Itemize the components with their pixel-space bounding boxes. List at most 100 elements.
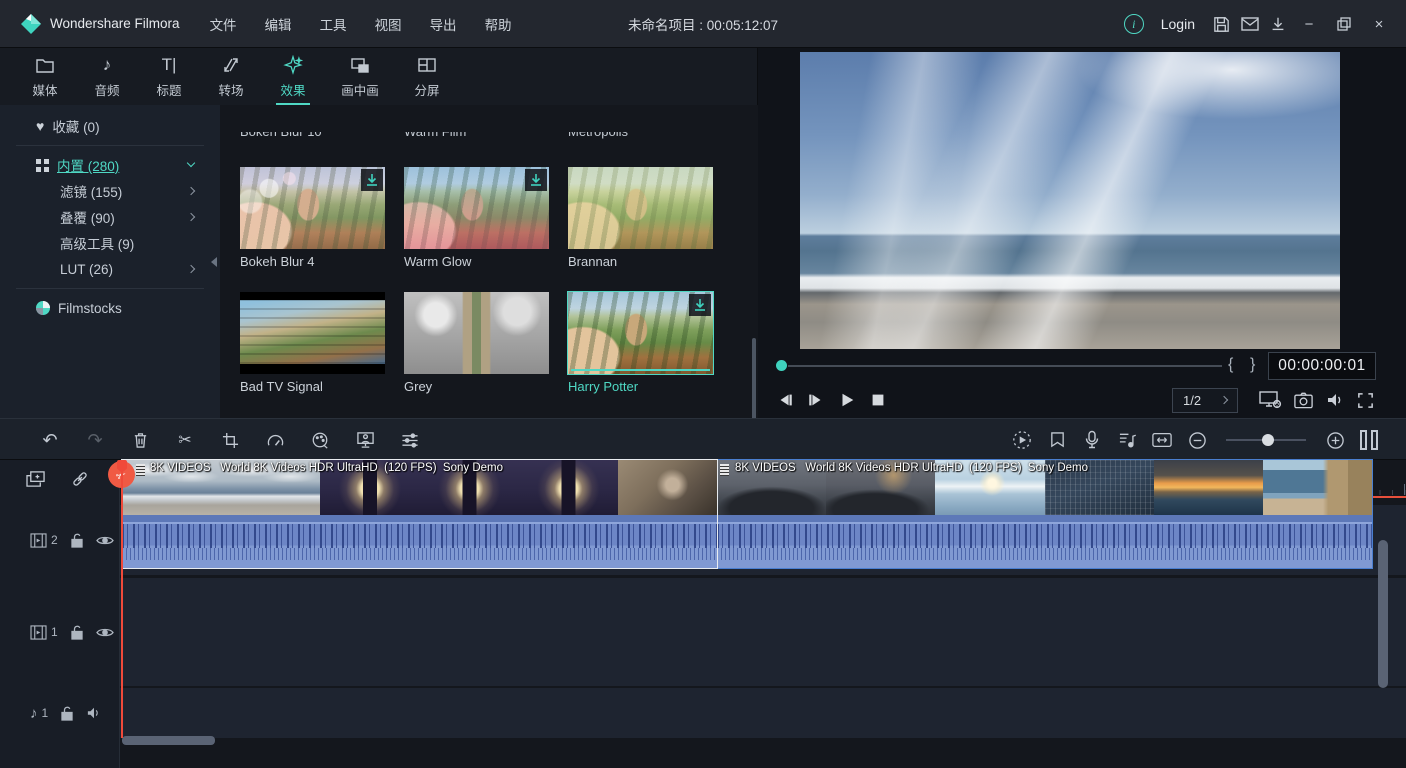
horizontal-scrollbar[interactable] xyxy=(122,736,215,745)
redo-button[interactable]: ↷ xyxy=(85,430,105,450)
render-preview-button[interactable] xyxy=(1012,430,1032,450)
tab-media[interactable]: 媒体 xyxy=(14,48,76,105)
playback-quality-dropdown[interactable]: 1/2 xyxy=(1172,388,1238,413)
menu-help[interactable]: 帮助 xyxy=(471,8,526,40)
menu-view[interactable]: 视图 xyxy=(361,8,416,40)
effects-sidebar: ♥ 收藏 (0) 内置 (280) 滤镜 (155) 叠覆 (90) 高级工具 … xyxy=(0,105,220,418)
tab-label: 画中画 xyxy=(341,80,379,99)
tab-transitions[interactable]: 转场 xyxy=(200,48,262,105)
chevron-right-icon xyxy=(187,213,195,221)
video-track-1[interactable] xyxy=(0,578,1406,686)
advanced-tools-label: 高级工具 (9) xyxy=(60,233,134,253)
sidebar-filmstocks[interactable]: Filmstocks xyxy=(0,295,220,321)
crop-button[interactable] xyxy=(220,430,240,450)
add-track-icon[interactable] xyxy=(26,470,46,488)
effect-card-warm-glow[interactable]: Warm Glow xyxy=(404,167,549,269)
split-scissors-button[interactable]: ✂ xyxy=(175,430,195,450)
effect-card-bokeh-blur-4[interactable]: Bokeh Blur 4 xyxy=(240,167,385,269)
speaker-icon[interactable] xyxy=(86,706,102,720)
menu-bar: 文件 编辑 工具 视图 导出 帮助 xyxy=(196,8,526,40)
effect-card-harry-potter[interactable]: Harry Potter xyxy=(568,292,713,394)
title-bar: Wondershare Filmora 文件 编辑 工具 视图 导出 帮助 未命… xyxy=(0,0,1406,48)
seek-track[interactable] xyxy=(788,365,1222,367)
volume-icon[interactable] xyxy=(1325,390,1345,410)
tab-splitscreen[interactable]: 分屏 xyxy=(396,48,458,105)
track-display-toggle[interactable] xyxy=(1360,430,1378,450)
tab-audio[interactable]: ♪ 音频 xyxy=(76,48,138,105)
close-button[interactable]: × xyxy=(1366,16,1392,33)
effect-label: Harry Potter xyxy=(568,379,713,394)
seek-handle[interactable] xyxy=(776,360,787,371)
audio-track-1[interactable] xyxy=(0,688,1406,738)
previous-frame-button[interactable] xyxy=(776,391,794,409)
motion-tracking-button[interactable] xyxy=(355,430,375,450)
link-icon[interactable] xyxy=(70,470,90,488)
effect-thumbnail-selected xyxy=(568,292,713,374)
effect-card-brannan[interactable]: Brannan xyxy=(568,167,713,269)
vertical-scrollbar[interactable] xyxy=(1378,540,1388,688)
sidebar-item-filters[interactable]: 滤镜 (155) xyxy=(0,178,220,204)
eye-icon[interactable] xyxy=(96,534,114,547)
snapshot-camera-icon[interactable] xyxy=(1293,390,1314,410)
lock-icon[interactable] xyxy=(70,625,84,640)
lock-icon[interactable] xyxy=(60,706,74,721)
sidebar-builtin[interactable]: 内置 (280) xyxy=(0,152,220,178)
menu-tools[interactable]: 工具 xyxy=(306,8,361,40)
restore-button[interactable] xyxy=(1331,16,1357,32)
zoom-in-button[interactable] xyxy=(1325,430,1345,450)
panel-collapse-icon[interactable] xyxy=(211,257,217,267)
delete-button[interactable] xyxy=(130,430,150,450)
zoom-out-button[interactable] xyxy=(1187,430,1207,450)
undo-button[interactable]: ↶ xyxy=(40,430,60,450)
mark-button[interactable] xyxy=(1047,430,1067,450)
stop-button[interactable] xyxy=(869,391,887,409)
effect-card-grey[interactable]: Grey xyxy=(404,292,549,394)
info-icon[interactable]: i xyxy=(1124,14,1144,34)
menu-file[interactable]: 文件 xyxy=(196,8,251,40)
mark-in-icon[interactable]: { xyxy=(1228,356,1233,374)
color-correction-button[interactable] xyxy=(310,430,330,450)
timeline-zoom-slider[interactable] xyxy=(1226,439,1306,441)
download-icon[interactable] xyxy=(1269,15,1287,33)
video-track-icon xyxy=(30,625,47,640)
audio-track-1-header: ♪ 1 xyxy=(0,688,119,738)
effect-thumbnail xyxy=(240,167,385,249)
next-frame-button[interactable] xyxy=(807,391,825,409)
sidebar-favorites[interactable]: ♥ 收藏 (0) xyxy=(0,113,220,139)
transition-icon xyxy=(221,54,241,76)
sidebar-item-overlays[interactable]: 叠覆 (90) xyxy=(0,204,220,230)
minimize-button[interactable]: − xyxy=(1296,16,1322,33)
timeline-clip-2[interactable]: 8K VIDEOS World 8K Videos HDR UltraHD (1… xyxy=(717,460,1372,568)
effects-scrollbar[interactable] xyxy=(752,338,756,418)
download-badge-icon xyxy=(689,294,711,316)
music-note-icon: ♪ xyxy=(30,705,38,722)
play-button[interactable] xyxy=(838,391,856,409)
zoom-slider-handle[interactable] xyxy=(1262,434,1274,446)
fit-timeline-button[interactable] xyxy=(1152,430,1172,450)
mail-icon[interactable] xyxy=(1240,14,1260,34)
display-settings-icon[interactable] xyxy=(1258,389,1282,411)
record-voiceover-button[interactable] xyxy=(1082,430,1102,450)
fullscreen-icon[interactable] xyxy=(1356,391,1375,410)
timeline-clip-1[interactable]: 8K VIDEOS World 8K Videos HDR UltraHD (1… xyxy=(122,460,717,568)
mark-out-icon[interactable]: } xyxy=(1250,356,1255,374)
tab-titles[interactable]: T| 标题 xyxy=(138,48,200,105)
eye-icon[interactable] xyxy=(96,626,114,639)
filters-label: 滤镜 (155) xyxy=(60,181,122,201)
login-button[interactable]: Login xyxy=(1161,16,1195,32)
lock-icon[interactable] xyxy=(70,533,84,548)
adjust-sliders-button[interactable] xyxy=(400,430,420,450)
playhead-line[interactable] xyxy=(121,460,123,738)
tab-pip[interactable]: 画中画 xyxy=(324,48,396,105)
sidebar-item-advanced-tools[interactable]: 高级工具 (9) xyxy=(0,230,220,256)
menu-edit[interactable]: 编辑 xyxy=(251,8,306,40)
effect-card-bad-tv-signal[interactable]: Bad TV Signal xyxy=(240,292,385,394)
video-track-2-header: 2 xyxy=(0,505,119,575)
sidebar-item-lut[interactable]: LUT (26) xyxy=(0,256,220,282)
save-icon[interactable] xyxy=(1212,15,1231,34)
heart-icon: ♥ xyxy=(36,118,44,134)
speed-button[interactable] xyxy=(265,430,285,450)
menu-export[interactable]: 导出 xyxy=(416,8,471,40)
tab-effects[interactable]: 效果 xyxy=(262,48,324,105)
audio-mixer-button[interactable] xyxy=(1117,430,1137,450)
